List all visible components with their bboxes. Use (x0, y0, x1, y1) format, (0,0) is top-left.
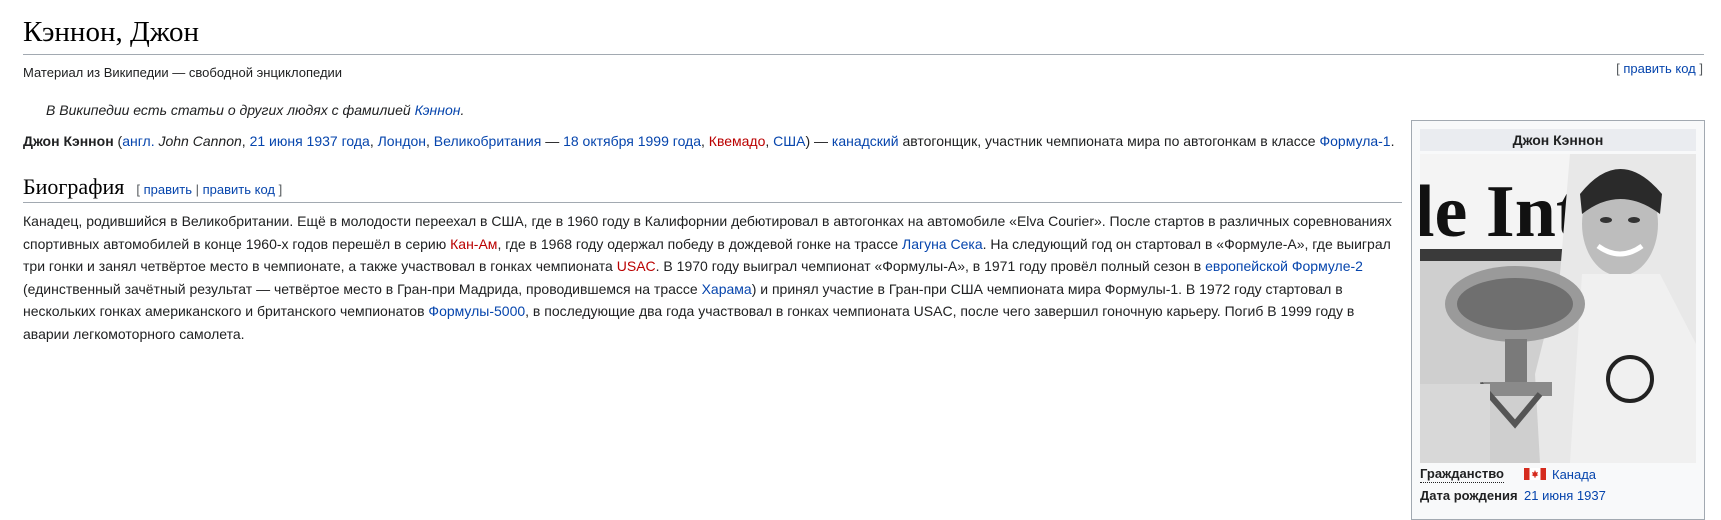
lead-text: автогонщик, участник чемпионата мира по … (898, 133, 1320, 149)
hatnote-link-cannon[interactable]: Кэннон (415, 102, 461, 118)
link-canada[interactable]: Канада (1552, 467, 1596, 482)
section-edit-code-link[interactable]: править код (203, 182, 275, 197)
bio-text: , где в 1968 году одержал победу в дожде… (497, 235, 902, 252)
edit-code-top: [ править код ] (1616, 61, 1703, 76)
punct: ( (113, 133, 123, 149)
punct: — (541, 133, 564, 149)
original-name: John Cannon (154, 133, 242, 149)
link-laguna-seca[interactable]: Лагуна Сека (902, 236, 983, 252)
hatnote-end: . (460, 102, 465, 118)
punct: ) — (805, 133, 832, 149)
link-lang-english[interactable]: англ. (122, 133, 154, 149)
link-jarama[interactable]: Харама (702, 281, 752, 297)
biography-paragraph: Канадец, родившийся в Великобритании. Ещ… (23, 210, 1403, 345)
infobox-row-birth-date: Дата рождения 21 июня 1937 (1420, 486, 1696, 506)
citizenship-value: Канада (1524, 465, 1596, 485)
section-heading-biography: Биография [ править | править код ] (23, 173, 282, 201)
section-title: Биография (23, 174, 125, 199)
lead-paragraph: Джон Кэннон (англ. John Cannon, 21 июня … (23, 130, 1403, 152)
page-title: Кэннон, Джон (23, 16, 200, 48)
infobox-caption: Джон Кэннон (1420, 129, 1696, 151)
redlink-usac[interactable]: USAC (617, 258, 656, 274)
site-subtitle: Материал из Википедии — свободной энцикл… (23, 65, 343, 80)
link-formula-5000[interactable]: Формулы-5000 (428, 303, 525, 319)
punct: . (1390, 133, 1395, 149)
punct: , (701, 133, 709, 149)
infobox-row-citizenship: Гражданство Канада (1420, 465, 1696, 485)
birth-date-label: Дата рождения (1420, 488, 1518, 503)
section-edit-links: [ править | править код ] (136, 182, 283, 197)
link-death-country[interactable]: США (773, 133, 805, 149)
portrait-photo[interactable]: le Int (1420, 154, 1696, 463)
bio-text: (единственный зачётный результат — четвё… (23, 280, 702, 297)
section-edit-link[interactable]: править (144, 182, 192, 197)
hatnote-text: В Википедии есть статьи о других людях с… (46, 102, 415, 118)
photo-banner-text: le Int (1420, 171, 1581, 253)
redlink-death-place[interactable]: Квемадо (709, 133, 766, 149)
birth-date-value: 21 июня 1937 (1524, 486, 1606, 506)
redlink-can-am[interactable]: Кан-Ам (450, 236, 497, 252)
edit-code-link[interactable]: править код (1623, 61, 1695, 76)
edit-separator: | (195, 182, 199, 197)
subject-name: Джон Кэннон (23, 133, 114, 149)
punct: , (426, 133, 434, 149)
hatnote: В Википедии есть статьи о других людях с… (46, 102, 464, 118)
link-birth-city[interactable]: Лондон (378, 133, 426, 149)
link-birth-country[interactable]: Великобритания (434, 133, 542, 149)
punct: , (241, 133, 250, 149)
punct: , (369, 133, 378, 149)
canada-flag-icon[interactable] (1524, 468, 1546, 480)
link-formula-1[interactable]: Формула-1 (1320, 133, 1391, 149)
citizenship-label[interactable]: Гражданство (1420, 465, 1504, 483)
article-content: Кэннон, Джон Материал из Википедии — сво… (0, 0, 1721, 520)
link-nationality[interactable]: канадский (832, 133, 899, 149)
punct: , (765, 133, 774, 149)
title-divider (23, 54, 1704, 55)
link-infobox-birth-date[interactable]: 21 июня 1937 (1524, 488, 1606, 503)
bio-text: . В 1970 году выиграл чемпионат «Формулы… (655, 258, 1206, 274)
link-birth-date[interactable]: 21 июня 1937 года (250, 133, 370, 149)
link-european-f2[interactable]: европейской Формуле-2 (1205, 258, 1363, 274)
link-death-date[interactable]: 18 октября 1999 года (563, 133, 701, 149)
infobox: Джон Кэннон le Int Гражданство Канада Да… (1411, 120, 1705, 520)
section-divider (23, 202, 1402, 203)
